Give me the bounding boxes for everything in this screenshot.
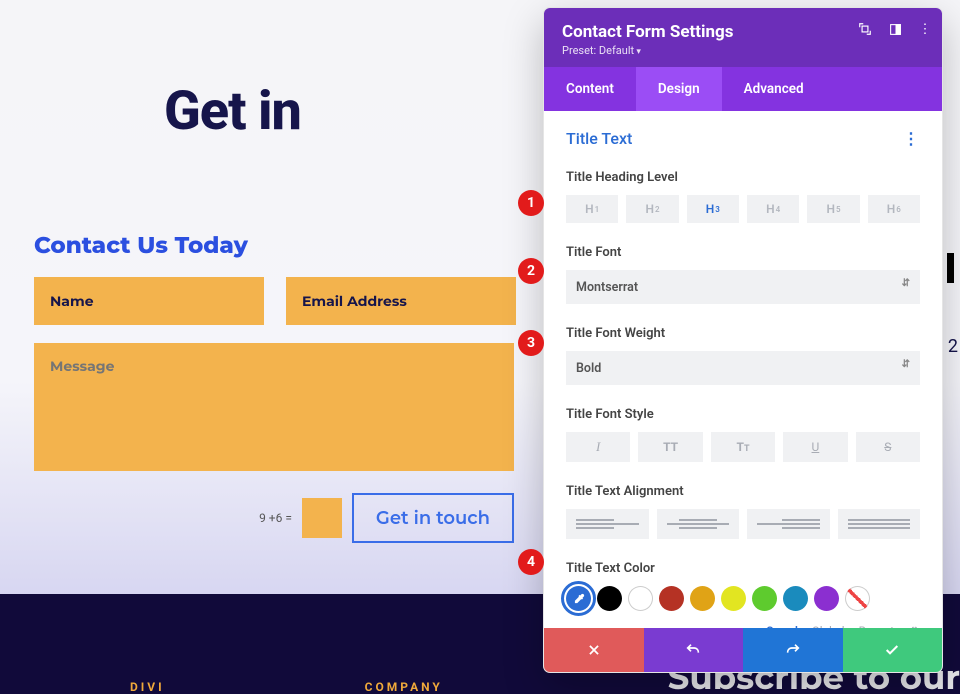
- message-textarea[interactable]: [34, 343, 514, 471]
- cropped-number: 2: [948, 336, 958, 357]
- captcha-input[interactable]: [302, 498, 342, 538]
- settings-panel: Contact Form Settings Preset: Default ⋮ …: [544, 8, 942, 672]
- footer-col-divi: DIVI: [130, 680, 165, 694]
- heading-h6-button[interactable]: H6: [868, 195, 920, 223]
- tab-advanced[interactable]: Advanced: [722, 67, 826, 111]
- undo-icon: [685, 642, 701, 658]
- captcha-label: 9 +6 =: [259, 511, 292, 525]
- heading-h1-button[interactable]: H1: [566, 195, 618, 223]
- color-swatch-red[interactable]: [659, 586, 684, 611]
- redo-button[interactable]: [743, 628, 843, 672]
- callout-4: 4: [518, 549, 544, 575]
- label-font-weight: Title Font Weight: [566, 326, 920, 341]
- heading-h3-button[interactable]: H3: [687, 195, 739, 223]
- color-picker-button[interactable]: [566, 586, 591, 611]
- color-swatch-black[interactable]: [597, 586, 622, 611]
- label-font-style: Title Font Style: [566, 407, 920, 422]
- name-input[interactable]: [34, 277, 264, 325]
- italic-button[interactable]: I: [566, 432, 630, 462]
- panel-tabs: Content Design Advanced: [544, 67, 942, 111]
- font-weight-select[interactable]: Bold: [566, 351, 920, 385]
- close-icon: [587, 643, 601, 657]
- align-left-button[interactable]: [566, 509, 649, 539]
- panel-header[interactable]: Contact Form Settings Preset: Default ⋮: [544, 8, 942, 67]
- eyedropper-icon: [572, 592, 586, 606]
- check-icon: [884, 642, 900, 658]
- color-swatch-orange[interactable]: [690, 586, 715, 611]
- offscreen-scroll-hint: [947, 253, 954, 283]
- strikethrough-button[interactable]: S: [856, 432, 920, 462]
- kebab-icon[interactable]: ⋮: [918, 22, 932, 36]
- section-title[interactable]: Title Text: [566, 129, 920, 148]
- callout-3: 3: [518, 330, 544, 356]
- color-swatch-white[interactable]: [628, 586, 653, 611]
- panel-preset[interactable]: Preset: Default: [562, 44, 924, 57]
- color-swatch-purple[interactable]: [814, 586, 839, 611]
- cancel-button[interactable]: [544, 628, 644, 672]
- align-right-button[interactable]: [747, 509, 830, 539]
- heading-level-row: H1 H2 H3 H4 H5 H6: [566, 195, 920, 223]
- font-select[interactable]: Montserrat: [566, 270, 920, 304]
- uppercase-button[interactable]: TT: [638, 432, 702, 462]
- undo-button[interactable]: [644, 628, 744, 672]
- color-swatch-green[interactable]: [752, 586, 777, 611]
- align-justify-button[interactable]: [838, 509, 921, 539]
- page-content: Get in Contact Us Today 9 +6 = Get in to…: [34, 80, 514, 543]
- email-input[interactable]: [286, 277, 516, 325]
- label-alignment: Title Text Alignment: [566, 484, 920, 499]
- page-title: Get in: [164, 80, 514, 143]
- redo-icon: [785, 642, 801, 658]
- expand-icon[interactable]: [858, 22, 872, 36]
- label-text-color: Title Text Color: [566, 561, 920, 576]
- save-button[interactable]: [843, 628, 943, 672]
- label-font: Title Font: [566, 245, 920, 260]
- heading-h4-button[interactable]: H4: [747, 195, 799, 223]
- contact-form-heading: Contact Us Today: [34, 231, 514, 259]
- color-swatch-yellow[interactable]: [721, 586, 746, 611]
- tab-design[interactable]: Design: [636, 67, 722, 111]
- color-swatch-blue[interactable]: [783, 586, 808, 611]
- heading-h2-button[interactable]: H2: [626, 195, 678, 223]
- panel-body: Title Text Title Heading Level H1 H2 H3 …: [544, 111, 942, 628]
- align-center-button[interactable]: [657, 509, 740, 539]
- snap-icon[interactable]: [888, 22, 902, 36]
- color-swatch-none[interactable]: [845, 586, 870, 611]
- callout-2: 2: [518, 258, 544, 284]
- heading-h5-button[interactable]: H5: [807, 195, 859, 223]
- panel-footer: [544, 628, 942, 672]
- section-kebab-icon[interactable]: [903, 129, 920, 148]
- footer-col-company: COMPANY: [365, 680, 443, 694]
- label-heading-level: Title Heading Level: [566, 170, 920, 185]
- submit-button[interactable]: Get in touch: [352, 493, 514, 543]
- tab-content[interactable]: Content: [544, 67, 636, 111]
- color-swatch-row: [566, 586, 920, 611]
- underline-button[interactable]: U: [783, 432, 847, 462]
- smallcaps-button[interactable]: TT: [711, 432, 775, 462]
- callout-1: 1: [518, 190, 544, 216]
